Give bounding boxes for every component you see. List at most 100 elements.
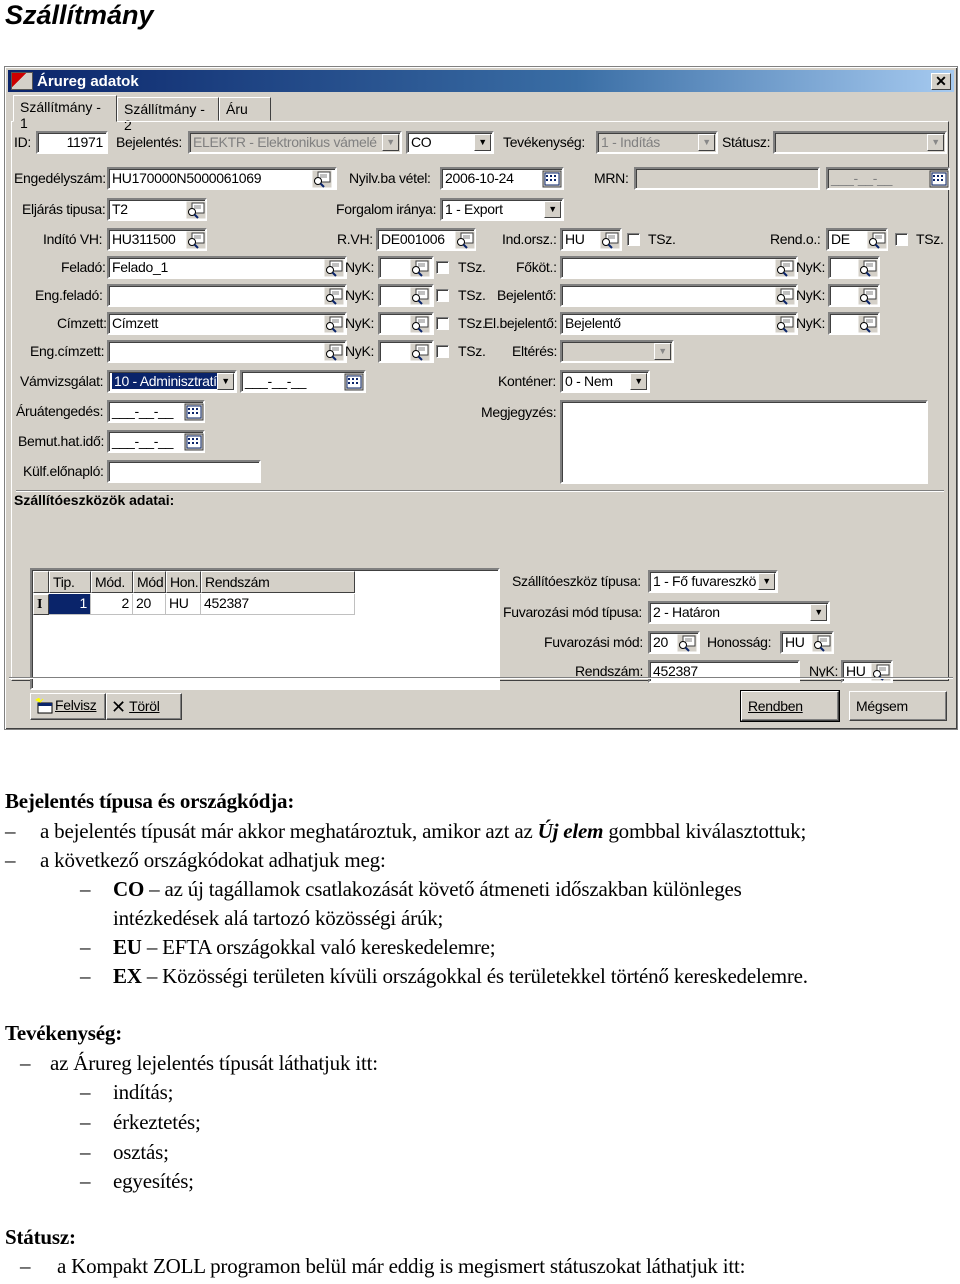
- lookup-icon[interactable]: [677, 634, 697, 652]
- fuvar-mod-value: 20: [653, 634, 668, 650]
- eng-felado-label: Eng.feladó:: [35, 287, 103, 303]
- mrn-field[interactable]: [634, 167, 820, 190]
- eng-cimzett-field[interactable]: [107, 340, 347, 363]
- calendar-icon[interactable]: [929, 170, 949, 188]
- column-header-rendszam[interactable]: Rendszám: [201, 571, 355, 593]
- tab-aru[interactable]: Áru: [219, 97, 271, 121]
- fokot-field[interactable]: [560, 256, 798, 279]
- r-vh-value: DE001006: [381, 231, 445, 247]
- bejelento-field[interactable]: [560, 284, 798, 307]
- lookup-icon[interactable]: [324, 343, 344, 361]
- engedelyszam-field[interactable]: HU170000N5000061069: [107, 167, 337, 190]
- lookup-icon[interactable]: [186, 231, 206, 249]
- column-header-mod2[interactable]: Mód: [133, 571, 166, 593]
- forgalom-select[interactable]: 1 - Export ▼: [440, 198, 564, 221]
- elteres-select[interactable]: ▼: [560, 340, 674, 363]
- statusz-select[interactable]: ▼: [773, 131, 947, 154]
- grid-corner: [33, 571, 49, 593]
- transport-grid[interactable]: Tip. Mód. Mód Hon. Rendszám I 1 2 20 HU …: [30, 568, 500, 690]
- chevron-down-icon[interactable]: ▼: [698, 134, 715, 151]
- arureg-dialog: Árureg adatok ✕ Szállítmány - 1 Szállítm…: [4, 66, 958, 730]
- felado-field[interactable]: Felado_1: [107, 256, 347, 279]
- rendben-button[interactable]: Rendben: [740, 690, 840, 722]
- cell-hon[interactable]: HU: [166, 594, 201, 615]
- megsem-button[interactable]: Mégsem: [849, 691, 947, 721]
- lookup-icon[interactable]: [324, 259, 344, 277]
- el-bejelento-field[interactable]: Bejelentő: [560, 312, 798, 335]
- lookup-icon[interactable]: [600, 231, 620, 249]
- lookup-icon[interactable]: [775, 287, 795, 305]
- lookup-icon[interactable]: [775, 315, 795, 333]
- bullet-dash: –: [20, 1254, 31, 1278]
- tsz-checkbox[interactable]: [436, 289, 449, 302]
- lookup-icon[interactable]: [812, 634, 832, 652]
- chevron-down-icon[interactable]: ▼: [654, 343, 671, 360]
- calendar-icon[interactable]: [542, 170, 562, 188]
- fuvar-mod-tipusa-select[interactable]: 2 - Határon ▼: [648, 601, 830, 624]
- lookup-icon[interactable]: [410, 287, 430, 305]
- lookup-icon[interactable]: [775, 259, 795, 277]
- column-header-mod1[interactable]: Mód.: [91, 571, 133, 593]
- list-item: a bejelentés típusát már akkor meghatáro…: [40, 819, 806, 844]
- tab-szallitmany-1[interactable]: Szállítmány - 1: [13, 95, 117, 131]
- country-code-select[interactable]: CO ▼: [406, 131, 494, 154]
- calendar-icon[interactable]: [184, 433, 204, 451]
- eszkoz-tipusa-select[interactable]: 1 - Fő fuvareszkö ▼: [648, 570, 778, 593]
- calendar-icon[interactable]: [344, 373, 364, 391]
- bejelentes-select[interactable]: ELEKTR - Elektronikus vámelé ▼: [188, 131, 402, 154]
- lookup-icon[interactable]: [410, 343, 430, 361]
- felvisz-button[interactable]: Felvisz: [30, 693, 106, 720]
- tsz-checkbox[interactable]: [436, 345, 449, 358]
- kulf-elonaplo-field[interactable]: [107, 460, 261, 483]
- lookup-icon[interactable]: [410, 315, 430, 333]
- tevekenyseg-select[interactable]: 1 - Indítás ▼: [596, 131, 718, 154]
- rendszam-field[interactable]: 452387: [648, 660, 800, 683]
- tsz-checkbox[interactable]: [436, 261, 449, 274]
- lookup-icon[interactable]: [410, 259, 430, 277]
- cell-tip[interactable]: 1: [49, 594, 91, 615]
- lookup-icon[interactable]: [858, 287, 878, 305]
- eljaras-value: T2: [112, 201, 128, 217]
- lookup-icon[interactable]: [858, 315, 878, 333]
- lookup-icon[interactable]: [186, 201, 206, 219]
- lookup-icon[interactable]: [324, 287, 344, 305]
- kontener-label: Konténer:: [498, 373, 557, 389]
- kontener-select[interactable]: 0 - Nem ▼: [560, 370, 650, 393]
- nyk-label: NyK:: [345, 343, 375, 359]
- chevron-down-icon[interactable]: ▼: [217, 373, 234, 390]
- chevron-down-icon[interactable]: ▼: [630, 373, 647, 390]
- chevron-down-icon[interactable]: ▼: [544, 201, 561, 218]
- cimzett-field[interactable]: Címzett: [107, 312, 347, 335]
- column-header-tip[interactable]: Tip.: [49, 571, 91, 593]
- tab-panel: ID: 11971 Bejelentés: ELEKTR - Elektroni…: [11, 121, 950, 720]
- calendar-icon[interactable]: [184, 403, 204, 421]
- eng-felado-field[interactable]: [107, 284, 347, 307]
- tsz-label: TSz.: [458, 343, 486, 359]
- chevron-down-icon[interactable]: ▼: [474, 134, 491, 151]
- chevron-down-icon[interactable]: ▼: [758, 573, 775, 590]
- row-indicator[interactable]: I: [33, 594, 49, 615]
- tab-szallitmany-2[interactable]: Szállítmány - 2: [117, 97, 219, 133]
- lookup-icon[interactable]: [858, 259, 878, 277]
- lookup-icon[interactable]: [312, 170, 332, 188]
- tsz-checkbox[interactable]: [436, 317, 449, 330]
- chevron-down-icon[interactable]: ▼: [927, 134, 944, 151]
- column-header-hon[interactable]: Hon.: [166, 571, 201, 593]
- cell-mod1[interactable]: 2: [91, 594, 133, 615]
- tsz-checkbox[interactable]: [895, 233, 908, 246]
- engedelyszam-value: HU170000N5000061069: [112, 170, 262, 186]
- vamvizsgalat-select[interactable]: 10 - Adminisztratí ▼: [107, 370, 237, 393]
- chevron-down-icon[interactable]: ▼: [382, 134, 399, 151]
- chevron-down-icon[interactable]: ▼: [810, 604, 827, 621]
- lookup-icon[interactable]: [324, 315, 344, 333]
- cell-rendszam[interactable]: 452387: [201, 594, 355, 615]
- cimzett-value: Címzett: [112, 315, 159, 331]
- megjegyzes-textarea[interactable]: [560, 400, 928, 484]
- tsz-checkbox[interactable]: [627, 233, 640, 246]
- lookup-icon[interactable]: [455, 231, 475, 249]
- close-button[interactable]: ✕: [931, 73, 951, 90]
- cell-mod2[interactable]: 20: [133, 594, 166, 615]
- id-field[interactable]: 11971: [36, 131, 108, 154]
- lookup-icon[interactable]: [867, 231, 887, 249]
- torol-button[interactable]: ✕ Töröl: [106, 693, 182, 720]
